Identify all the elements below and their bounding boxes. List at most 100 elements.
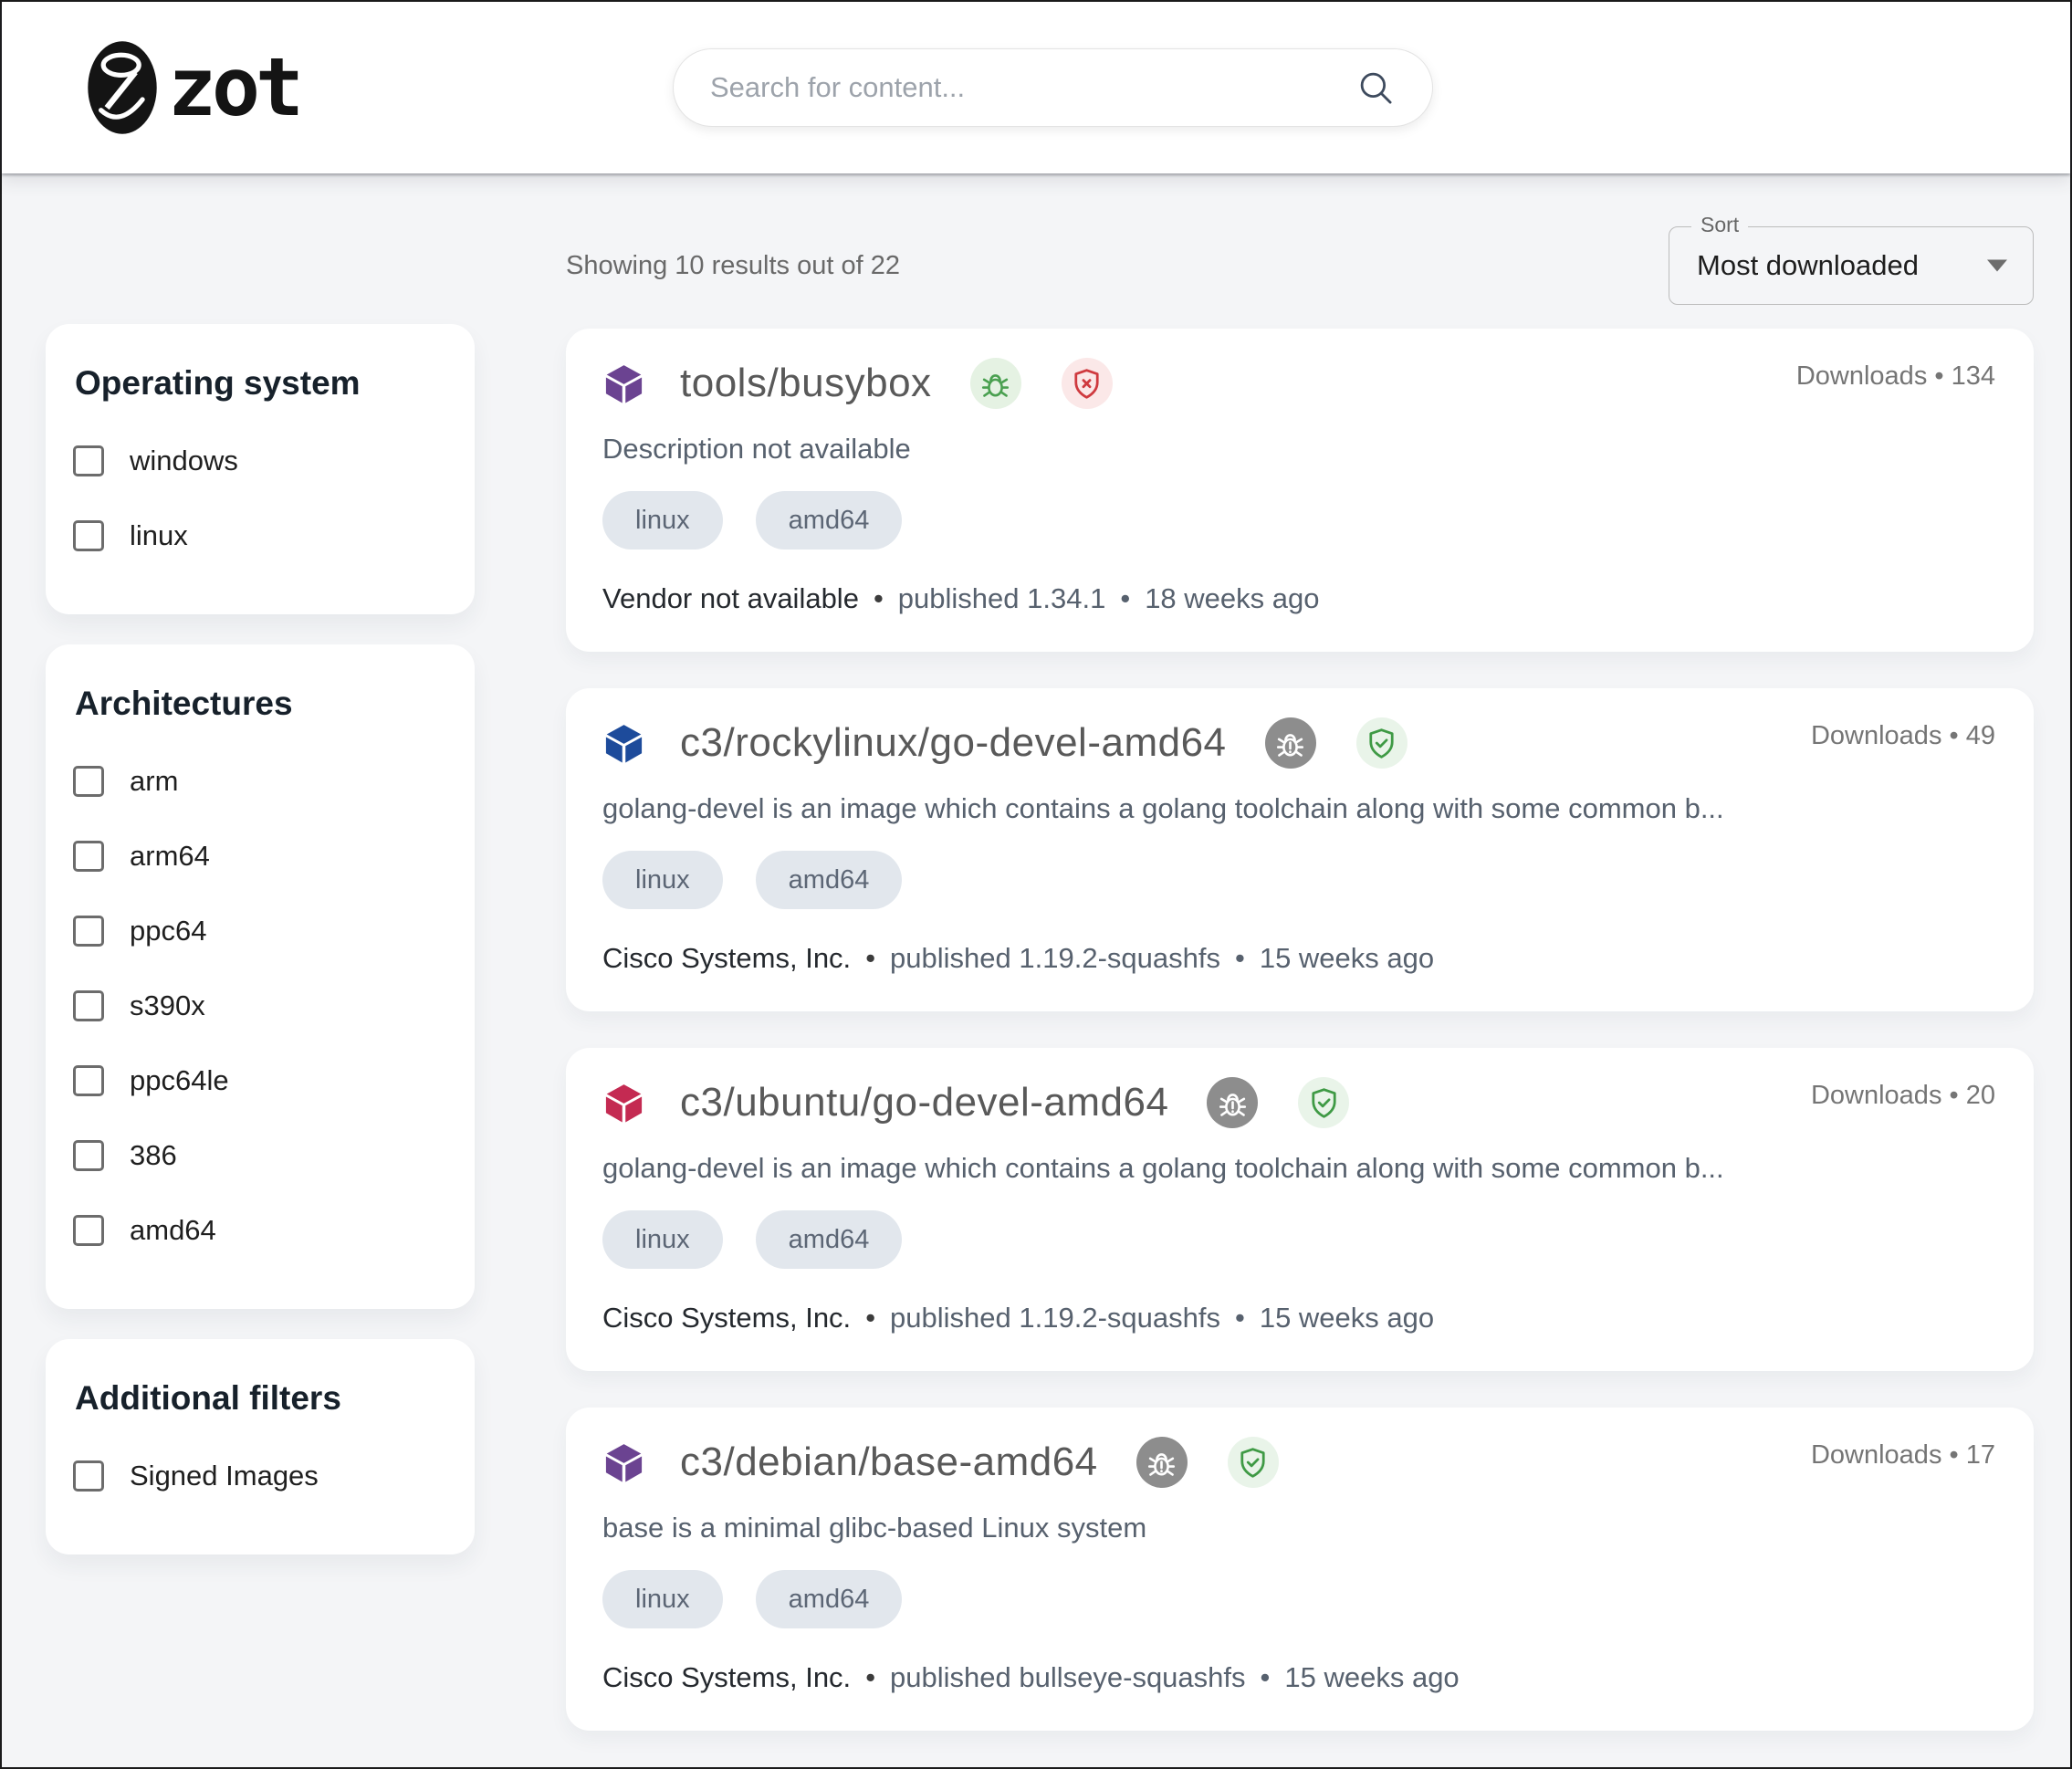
vulnerability-scan-badge — [1265, 717, 1316, 769]
filter-group-title: Architectures — [75, 685, 445, 723]
filter-list: windows linux — [73, 445, 447, 552]
search-icon[interactable] — [1356, 68, 1395, 107]
filter-option-label[interactable]: s390x — [130, 989, 205, 1022]
checkbox-icon[interactable] — [73, 520, 104, 551]
repo-meta: Cisco Systems, Inc. • published 1.19.2-s… — [602, 942, 1995, 975]
published-version: published bullseye-squashfs — [890, 1661, 1245, 1694]
filter-option-label[interactable]: amd64 — [130, 1214, 216, 1247]
status-badges — [1265, 717, 1407, 769]
shield-icon — [1236, 1446, 1270, 1480]
platform-chip: linux — [602, 491, 723, 550]
filter-option[interactable]: ppc64le — [73, 1064, 447, 1097]
sort-value: Most downloaded — [1697, 249, 1919, 282]
last-updated: 15 weeks ago — [1284, 1661, 1459, 1694]
checkbox-icon[interactable] — [73, 990, 104, 1021]
zot-logo-icon — [86, 40, 159, 135]
results-list: tools/busybox Downloads • 134 Descriptio… — [566, 329, 2034, 1731]
sort-select[interactable]: Sort Most downloaded — [1669, 226, 2034, 305]
repo-meta: Cisco Systems, Inc. • published 1.19.2-s… — [602, 1302, 1995, 1335]
signature-badge — [1062, 358, 1113, 409]
result-card[interactable]: c3/debian/base-amd64 Downloads • 17 base… — [566, 1408, 2034, 1731]
platform-chip: amd64 — [756, 491, 903, 550]
filter-option[interactable]: windows — [73, 445, 447, 477]
last-updated: 15 weeks ago — [1260, 1302, 1434, 1335]
filter-option-label[interactable]: ppc64 — [130, 915, 206, 947]
platform-chips: linux amd64 — [602, 851, 1995, 909]
checkbox-icon[interactable] — [73, 1460, 104, 1492]
repo-meta: Vendor not available • published 1.34.1 … — [602, 582, 1995, 615]
checkbox-icon[interactable] — [73, 916, 104, 947]
bug-icon — [1145, 1446, 1178, 1480]
repo-description: Description not available — [602, 433, 1995, 466]
filter-option[interactable]: amd64 — [73, 1214, 447, 1247]
result-card[interactable]: tools/busybox Downloads • 134 Descriptio… — [566, 329, 2034, 652]
checkbox-icon[interactable] — [73, 445, 104, 476]
filter-option-label[interactable]: 386 — [130, 1139, 177, 1172]
signature-badge — [1228, 1437, 1279, 1488]
results-area: Showing 10 results out of 22 Sort Most d… — [566, 226, 2034, 1731]
platform-chip: linux — [602, 1570, 723, 1628]
result-card[interactable]: c3/ubuntu/go-devel-amd64 Downloads • 20 … — [566, 1048, 2034, 1371]
filter-group-title: Additional filters — [75, 1379, 445, 1418]
filter-option-label[interactable]: ppc64le — [130, 1064, 229, 1097]
bug-icon — [1273, 727, 1307, 760]
checkbox-icon[interactable] — [73, 1215, 104, 1246]
page-content: Operating system windows linux Architect… — [2, 173, 2070, 1731]
filter-option[interactable]: linux — [73, 519, 447, 552]
downloads-count: Downloads • 49 — [1811, 721, 1995, 751]
filter-option-label[interactable]: arm64 — [130, 840, 210, 873]
vendor-name: Vendor not available — [602, 582, 859, 615]
filter-group-title: Operating system — [75, 364, 445, 403]
result-card[interactable]: c3/rockylinux/go-devel-amd64 Downloads •… — [566, 688, 2034, 1011]
status-badges — [1136, 1437, 1279, 1488]
downloads-count: Downloads • 17 — [1811, 1440, 1995, 1471]
checkbox-icon[interactable] — [73, 1140, 104, 1171]
bullet-separator: • — [1950, 1081, 1959, 1110]
zot-logo[interactable]: zot — [86, 40, 299, 135]
filter-option-label[interactable]: windows — [130, 445, 238, 477]
bullet-separator: • — [874, 582, 884, 615]
platform-chip: amd64 — [756, 1210, 903, 1269]
filter-group-additional: Additional filters Signed Images — [46, 1339, 475, 1554]
bullet-separator: • — [1934, 361, 1943, 391]
filter-option-label[interactable]: Signed Images — [130, 1460, 319, 1492]
downloads-count: Downloads • 20 — [1811, 1081, 1995, 1111]
status-badges — [970, 358, 1113, 409]
package-cube-icon — [602, 1082, 645, 1125]
bug-icon — [978, 367, 1012, 401]
downloads-label: Downloads — [1811, 1440, 1941, 1470]
filter-option-label[interactable]: linux — [130, 519, 188, 552]
bug-icon — [1216, 1086, 1250, 1120]
filter-option[interactable]: 386 — [73, 1139, 447, 1172]
platform-chips: linux amd64 — [602, 491, 1995, 550]
checkbox-icon[interactable] — [73, 1065, 104, 1096]
status-badges — [1207, 1077, 1349, 1128]
result-card-header: c3/debian/base-amd64 Downloads • 17 — [602, 1437, 1995, 1488]
signature-badge — [1298, 1077, 1349, 1128]
filter-option[interactable]: Signed Images — [73, 1460, 447, 1492]
published-version: published 1.19.2-squashfs — [890, 1302, 1220, 1335]
filter-option-label[interactable]: arm — [130, 765, 178, 798]
platform-chip: linux — [602, 851, 723, 909]
zot-logo-text: zot — [168, 47, 299, 128]
bullet-separator: • — [865, 1661, 875, 1694]
filter-option[interactable]: ppc64 — [73, 915, 447, 947]
filter-option[interactable]: s390x — [73, 989, 447, 1022]
vulnerability-scan-badge — [970, 358, 1021, 409]
repo-title[interactable]: c3/rockylinux/go-devel-amd64 — [680, 720, 1227, 766]
repo-title[interactable]: tools/busybox — [680, 361, 932, 406]
checkbox-icon[interactable] — [73, 766, 104, 797]
app-header: zot — [2, 2, 2070, 173]
repo-title[interactable]: c3/debian/base-amd64 — [680, 1439, 1098, 1485]
checkbox-icon[interactable] — [73, 841, 104, 872]
vulnerability-scan-badge — [1207, 1077, 1258, 1128]
published-version: published 1.34.1 — [898, 582, 1106, 615]
platform-chip: amd64 — [756, 851, 903, 909]
filter-option[interactable]: arm64 — [73, 840, 447, 873]
repo-title[interactable]: c3/ubuntu/go-devel-amd64 — [680, 1080, 1168, 1125]
search-input[interactable] — [673, 48, 1433, 127]
package-cube-icon — [602, 722, 645, 765]
signature-badge — [1356, 717, 1407, 769]
vendor-name: Cisco Systems, Inc. — [602, 942, 851, 975]
filter-option[interactable]: arm — [73, 765, 447, 798]
